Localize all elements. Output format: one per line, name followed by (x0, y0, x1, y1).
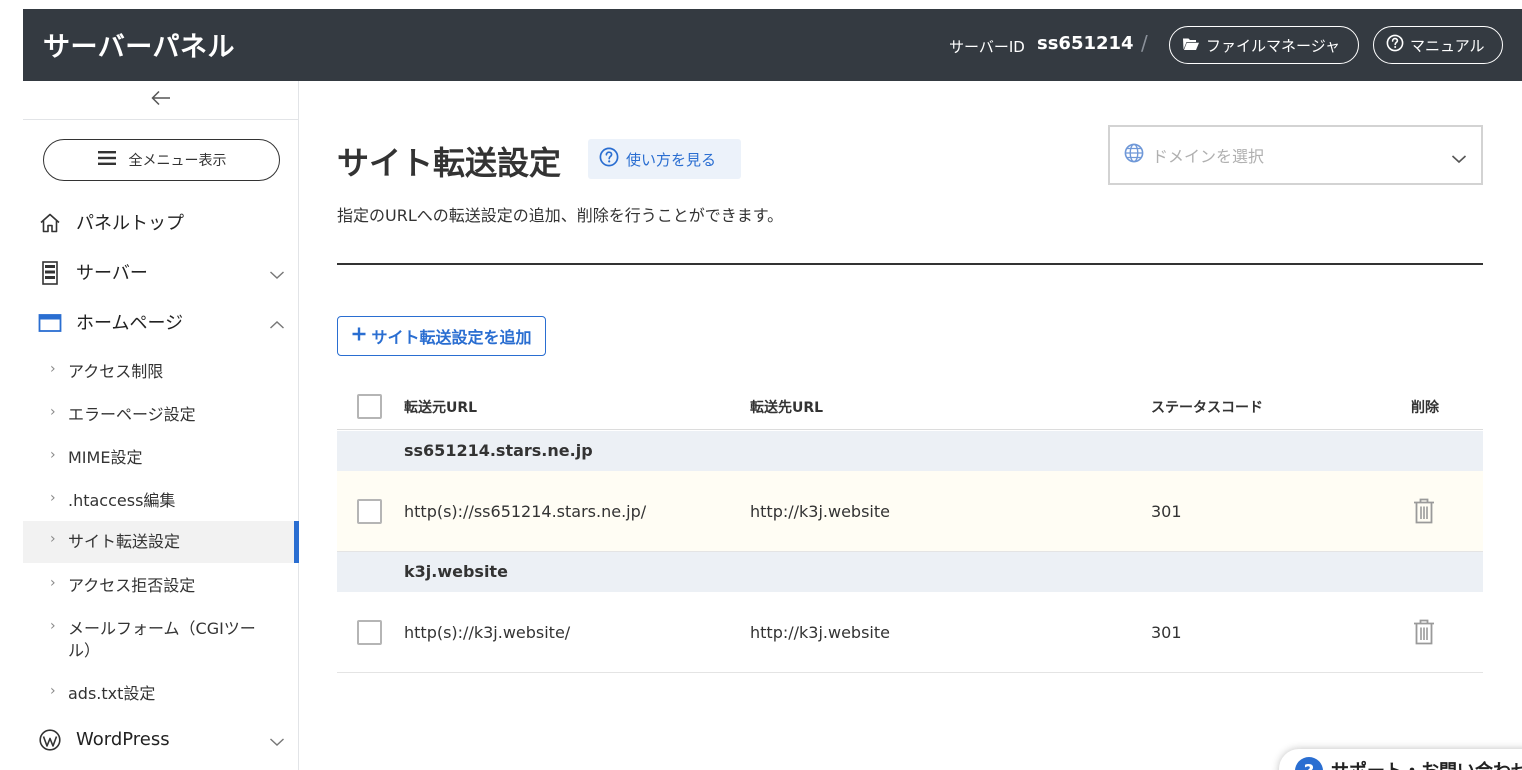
help-circle-icon (599, 147, 619, 171)
sidebar-item-label: ホームページ (76, 313, 184, 334)
cell-status-code: 301 (1151, 502, 1182, 521)
top-header: サーバーパネル サーバーID ss651214 / ファイルマネージャ マニュア… (23, 9, 1522, 81)
page-title: サイト転送設定 (337, 144, 562, 182)
sidebar-subitem-label: アクセス制限 (68, 362, 164, 381)
plus-icon (351, 326, 367, 346)
sidebar-subitem-label: サイト転送設定 (68, 532, 181, 551)
group-domain-name: k3j.website (404, 562, 508, 581)
sidebar-subitem-htaccess[interactable]: › .htaccess編集 (23, 486, 298, 516)
globe-icon (1124, 143, 1144, 167)
cell-status-code: 301 (1151, 623, 1182, 642)
hamburger-icon (97, 150, 117, 170)
chevron-right-icon: › (50, 575, 56, 591)
page-description: 指定のURLへの転送設定の追加、削除を行うことができます。 (337, 206, 784, 225)
chevron-right-icon: › (50, 490, 56, 506)
server-id-label: サーバーID (949, 38, 1025, 56)
manual-label: マニュアル (1410, 36, 1485, 55)
add-redirect-button[interactable]: サイト転送設定を追加 (337, 316, 546, 356)
chevron-down-icon (1451, 149, 1467, 168)
help-circle-icon (1386, 34, 1404, 56)
sidebar-item-label: パネルトップ (76, 213, 184, 234)
server-icon (38, 261, 62, 285)
cell-source-url: http(s)://k3j.website/ (404, 623, 571, 642)
sidebar-item-homepage[interactable]: ホームページ (23, 299, 298, 345)
header-delete: 削除 (1411, 400, 1439, 416)
table-group-header: ss651214.stars.ne.jp (337, 431, 1483, 471)
sidebar-subitem-mail-form[interactable]: › メールフォーム（CGIツール） (23, 614, 298, 664)
sidebar-subitem-label: MIME設定 (68, 448, 143, 467)
domain-select[interactable]: ドメインを選択 (1108, 125, 1483, 185)
trash-icon[interactable] (1413, 498, 1435, 528)
manual-button[interactable]: マニュアル (1373, 26, 1503, 64)
table-row: http(s)://ss651214.stars.ne.jp/ http://k… (337, 471, 1483, 552)
sidebar: 全メニュー表示 パネルトップ サーバー ホームページ › アクセス制限 › エラ… (23, 81, 299, 770)
file-manager-button[interactable]: ファイルマネージャ (1169, 26, 1359, 64)
sidebar-subitem-label: アクセス拒否設定 (68, 576, 196, 595)
row-checkbox[interactable] (357, 499, 382, 524)
table-group-header: k3j.website (337, 552, 1483, 592)
section-divider (337, 263, 1483, 265)
chevron-up-icon (269, 315, 285, 334)
chevron-down-icon (269, 732, 285, 751)
sidebar-subitem-ads-txt[interactable]: › ads.txt設定 (23, 679, 298, 709)
cell-destination-url: http://k3j.website (750, 623, 890, 642)
folder-open-icon (1182, 36, 1200, 55)
sidebar-subitem-access-limit[interactable]: › アクセス制限 (23, 357, 298, 387)
chevron-right-icon: › (50, 531, 56, 547)
cell-destination-url: http://k3j.website (750, 502, 890, 521)
all-menu-button[interactable]: 全メニュー表示 (43, 139, 280, 181)
server-id-value: ss651214 (1037, 33, 1134, 54)
sidebar-collapse-button[interactable] (23, 81, 298, 120)
chevron-right-icon: › (50, 618, 56, 634)
sidebar-subitem-error-page[interactable]: › エラーページ設定 (23, 400, 298, 430)
domain-select-placeholder: ドメインを選択 (1152, 147, 1265, 166)
arrow-left-icon (150, 90, 171, 110)
home-icon (38, 211, 62, 235)
sidebar-item-label: サーバー (76, 263, 148, 284)
group-domain-name: ss651214.stars.ne.jp (404, 441, 593, 460)
app-window: サーバーパネル サーバーID ss651214 / ファイルマネージャ マニュア… (23, 9, 1522, 770)
support-label: サポート・お問い合わせ (1331, 757, 1522, 770)
table-row: http(s)://k3j.website/ http://k3j.websit… (337, 592, 1483, 673)
sidebar-item-wordpress[interactable]: WordPress (23, 716, 298, 762)
sidebar-subitem-label: .htaccess編集 (68, 491, 176, 510)
header-destination-url: 転送先URL (750, 400, 824, 416)
chevron-right-icon: › (50, 447, 56, 463)
sidebar-item-label: WordPress (76, 728, 170, 750)
add-redirect-label: サイト転送設定を追加 (371, 328, 532, 347)
sidebar-subitem-access-deny[interactable]: › アクセス拒否設定 (23, 571, 298, 601)
sidebar-subitem-label: ads.txt設定 (68, 684, 156, 703)
header-separator: / (1141, 31, 1148, 55)
howto-button[interactable]: 使い方を見る (588, 139, 741, 179)
question-icon: ? (1295, 757, 1323, 770)
sidebar-subitem-site-redirect[interactable]: › サイト転送設定 (23, 521, 299, 563)
header-status-code: ステータスコード (1151, 400, 1263, 416)
brand-title: サーバーパネル (43, 32, 235, 63)
table-header: 転送元URL 転送先URL ステータスコード 削除 (337, 383, 1483, 430)
file-manager-label: ファイルマネージャ (1206, 36, 1340, 55)
row-checkbox[interactable] (357, 620, 382, 645)
sidebar-subitem-label: メールフォーム（CGIツール） (68, 619, 256, 660)
support-contact-button[interactable]: ? サポート・お問い合わせ (1279, 749, 1522, 770)
chevron-right-icon: › (50, 683, 56, 699)
main-content: サイト転送設定 使い方を見る ドメインを選択 指定のURLへの転送設定の追加、削… (299, 81, 1522, 770)
howto-label: 使い方を見る (626, 150, 717, 169)
chevron-right-icon: › (50, 404, 56, 420)
sidebar-subitem-mime[interactable]: › MIME設定 (23, 443, 298, 473)
chevron-down-icon (269, 265, 285, 284)
sidebar-item-panel-top[interactable]: パネルトップ (23, 199, 298, 245)
browser-window-icon (38, 311, 62, 335)
sidebar-subitem-label: エラーページ設定 (68, 405, 196, 424)
trash-icon[interactable] (1413, 619, 1435, 649)
all-menu-label: 全メニュー表示 (128, 153, 227, 169)
wordpress-icon (38, 728, 62, 752)
chevron-right-icon: › (50, 361, 56, 377)
select-all-checkbox[interactable] (357, 394, 382, 419)
cell-source-url: http(s)://ss651214.stars.ne.jp/ (404, 502, 647, 521)
header-source-url: 転送元URL (404, 400, 478, 416)
sidebar-item-server[interactable]: サーバー (23, 249, 298, 295)
